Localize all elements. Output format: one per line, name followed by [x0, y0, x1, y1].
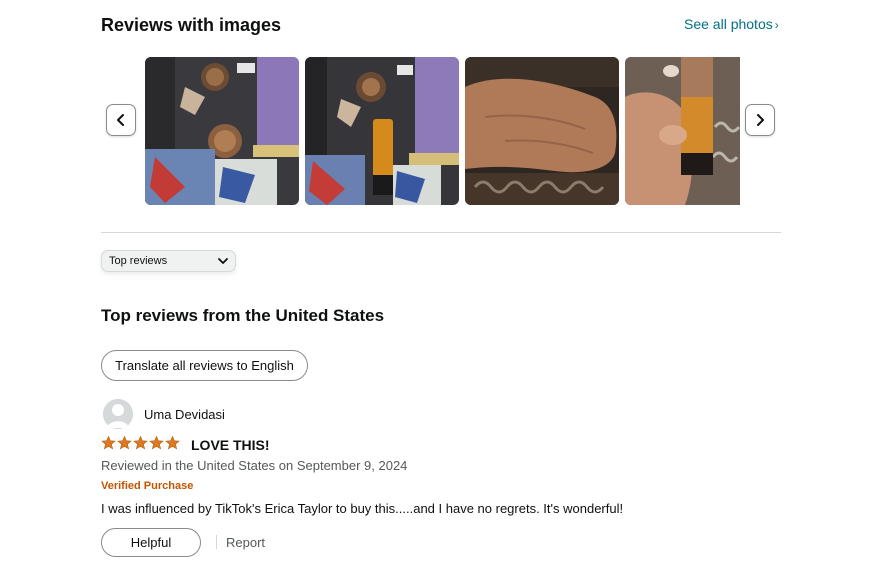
see-all-photos-link[interactable]: See all photos ›	[684, 16, 779, 32]
avatar	[103, 399, 133, 429]
sort-selected-value: Top reviews	[109, 255, 168, 267]
chevron-right-icon	[757, 114, 764, 126]
review-body: I was influenced by TikTok's Erica Taylo…	[101, 501, 624, 516]
see-all-photos-label: See all photos	[684, 16, 773, 32]
verified-purchase-badge[interactable]: Verified Purchase	[101, 480, 193, 492]
reviewer-name[interactable]: Uma Devidasi	[144, 407, 225, 422]
reviews-with-images-title: Reviews with images	[101, 15, 282, 35]
star-filled-icon	[117, 436, 132, 450]
star-filled-icon	[101, 436, 116, 450]
top-reviews-title: Top reviews from the United States	[101, 306, 385, 325]
review-date: Reviewed in the United States on Septemb…	[101, 458, 408, 473]
review-image-thumbnail[interactable]	[145, 57, 299, 205]
sort-reviews-dropdown[interactable]: Top reviews	[101, 250, 236, 272]
helpful-button[interactable]: Helpful	[101, 528, 201, 557]
chevron-right-small-icon: ›	[774, 18, 779, 32]
review-image-thumbnail[interactable]	[625, 57, 740, 205]
user-silhouette-icon	[103, 399, 133, 429]
star-filled-icon	[165, 436, 180, 450]
review-title[interactable]: LOVE THIS!	[191, 437, 270, 453]
review-image-thumbnail[interactable]	[305, 57, 459, 205]
carousel-next-button[interactable]	[745, 104, 775, 136]
translate-reviews-button[interactable]: Translate all reviews to English	[101, 350, 308, 381]
section-divider	[101, 232, 781, 233]
carousel-prev-button[interactable]	[106, 104, 136, 136]
chevron-left-icon	[117, 114, 124, 126]
star-filled-icon	[133, 436, 148, 450]
star-filled-icon	[149, 436, 164, 450]
action-separator	[216, 535, 217, 549]
review-image-thumbnail[interactable]	[465, 57, 619, 205]
report-link[interactable]: Report	[226, 535, 265, 550]
star-rating[interactable]	[101, 436, 180, 450]
chevron-down-icon	[218, 258, 228, 264]
